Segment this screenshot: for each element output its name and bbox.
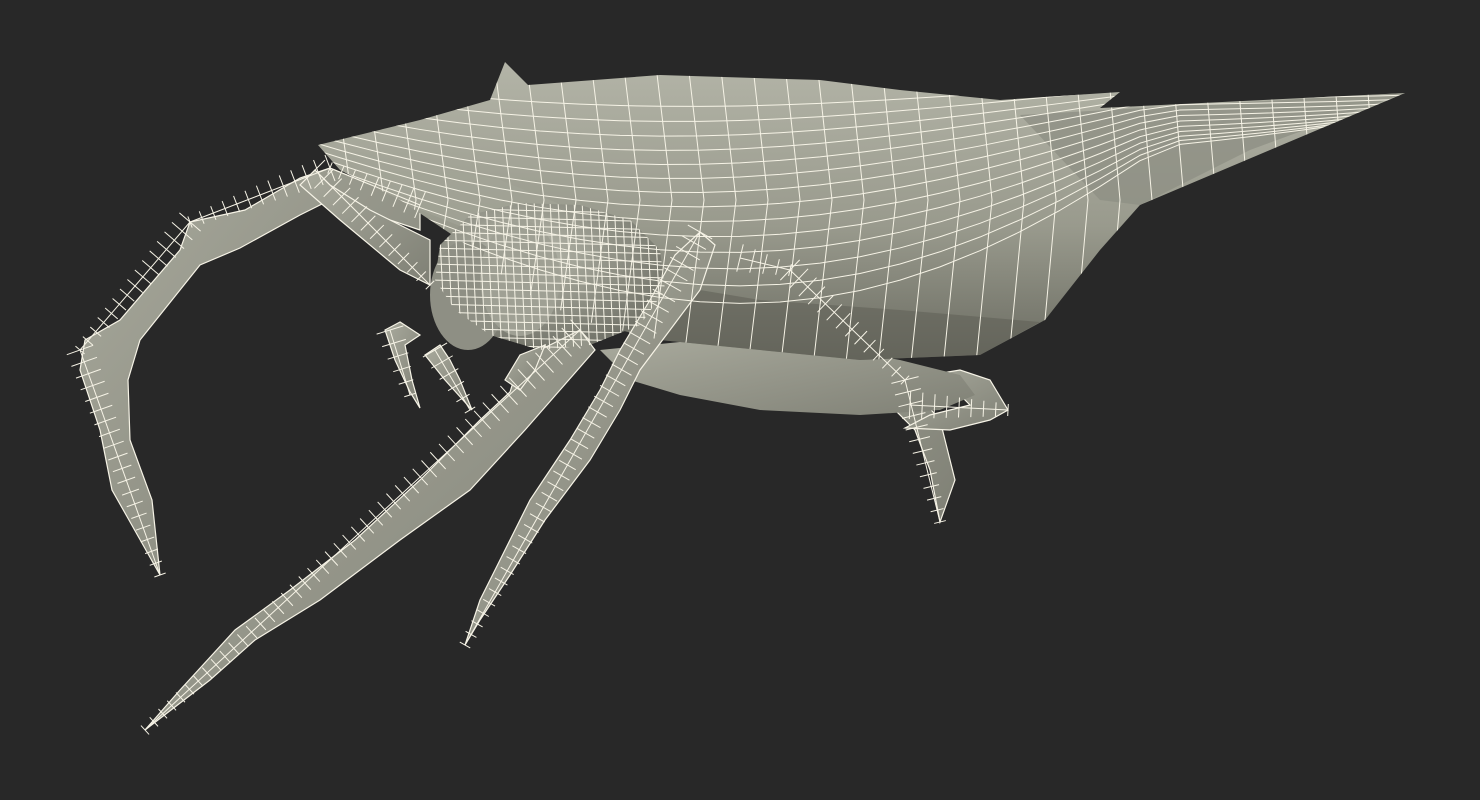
rear-leg-left [79, 167, 431, 576]
spider-wireframe-render [66, 62, 1405, 735]
3d-viewport[interactable] [0, 0, 1480, 800]
